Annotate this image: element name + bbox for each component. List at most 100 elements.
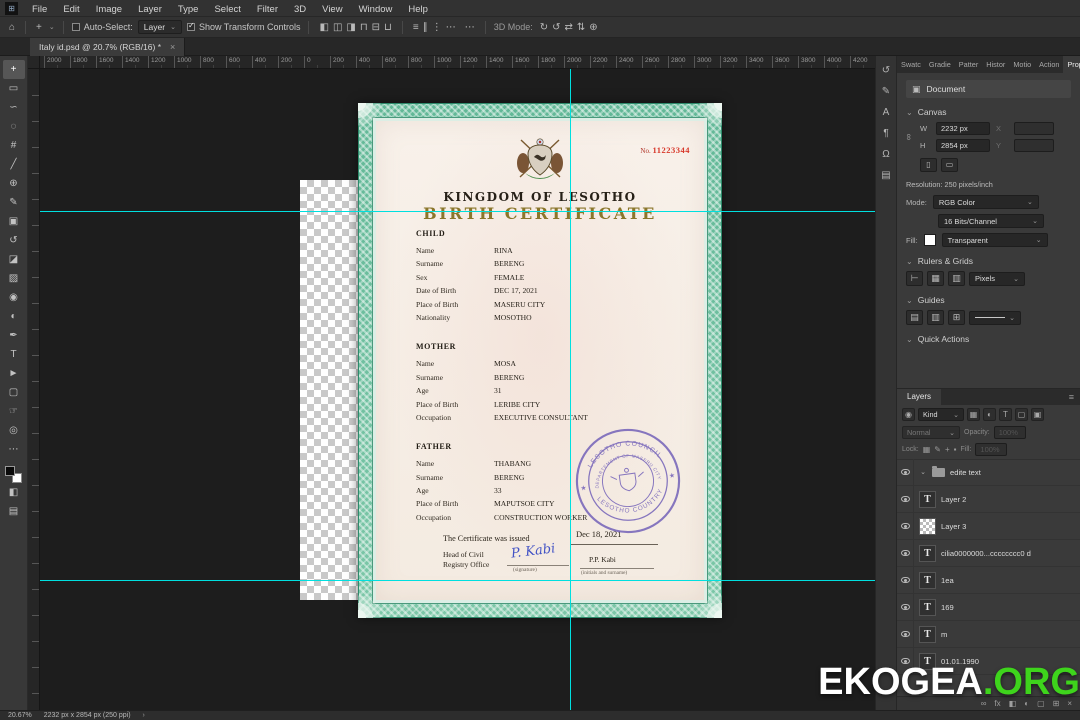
visibility-toggle[interactable] [897, 540, 914, 566]
menu-window[interactable]: Window [351, 4, 401, 15]
kind-dropdown[interactable]: Kind ⌄ [918, 408, 964, 421]
panel-tab-swatc[interactable]: Swatc [897, 56, 925, 73]
panel-tab-action[interactable]: Action [1035, 56, 1063, 73]
color-mode-dropdown[interactable]: RGB Color ⌄ [932, 195, 1039, 209]
grid-toggle-icon[interactable]: ▦ [927, 271, 944, 286]
zoom-tool[interactable]: ◎ [3, 421, 25, 440]
more-tools-icon[interactable]: ⋯ [3, 440, 25, 459]
visibility-toggle[interactable] [897, 513, 914, 539]
close-icon[interactable]: × [170, 42, 175, 52]
filter-pixel-layers-icon[interactable]: ▦ [967, 408, 980, 421]
layer-row[interactable]: T 1ea [897, 567, 1080, 594]
auto-select-target-dropdown[interactable]: Layer ⌄ [137, 20, 182, 34]
portrait-orientation-button[interactable]: ▯ [920, 158, 937, 172]
menu-select[interactable]: Select [206, 4, 248, 15]
fill-swatch[interactable] [923, 234, 936, 246]
distribute-horizontal-icon[interactable]: ∥ [421, 22, 430, 33]
paragraph-panel-icon[interactable]: ¶ [883, 128, 888, 139]
horizontal-guide[interactable] [40, 580, 875, 581]
zoom-level[interactable]: 20.67% [8, 712, 32, 719]
visibility-toggle[interactable] [897, 594, 914, 620]
vertical-ruler[interactable] [28, 69, 40, 710]
3d-pan-icon[interactable]: ⇄ [563, 22, 575, 33]
color-swatches[interactable] [5, 466, 22, 483]
auto-select-checkbox[interactable] [71, 23, 80, 31]
menu-layer[interactable]: Layer [130, 4, 170, 15]
lock-transparency-icon[interactable]: ▦ [923, 445, 931, 454]
ruler-toggle-icon[interactable]: ⊢ [906, 271, 923, 286]
lock-all-icon[interactable]: ▪ [954, 445, 957, 454]
visibility-toggle[interactable] [897, 621, 914, 647]
3d-rotate-icon[interactable]: ↻ [538, 22, 550, 33]
link-dimensions-icon[interactable]: ∞ [904, 134, 914, 140]
layer-row[interactable]: Tcilia0000000...cccccccc0 d [897, 540, 1080, 567]
glyphs-panel-icon[interactable]: Ω [882, 149, 889, 160]
canvas-area[interactable]: 2000 1800 1600 1400 1200 1000 800 600 400 200 0 200… [28, 56, 875, 710]
dodge-tool[interactable]: ◐ [3, 307, 25, 326]
layer-row[interactable]: T Layer 2 [897, 486, 1080, 513]
panel-tab-motio[interactable]: Motio [1009, 56, 1035, 73]
crop-tool[interactable]: # [3, 136, 25, 155]
more-options-icon[interactable]: ⋯ [463, 22, 477, 33]
lock-pixels-icon[interactable]: ✎ [934, 445, 941, 454]
align-bottom-icon[interactable]: ⊔ [382, 22, 394, 33]
quick-mask-icon[interactable]: ◧ [3, 483, 25, 502]
menu-3d[interactable]: 3D [286, 4, 314, 15]
move-tool[interactable]: + [2, 60, 25, 79]
layer-row[interactable]: Tm [897, 621, 1080, 648]
move-tool-icon[interactable]: + [34, 22, 44, 33]
quick-selection-tool[interactable]: ◌ [3, 117, 25, 136]
brush-tool[interactable]: ✎ [3, 193, 25, 212]
distribute-spacing-vertical-icon[interactable]: ⋮ [430, 22, 444, 33]
chevron-down-icon[interactable]: ⌄ [919, 468, 927, 476]
show-transform-checkbox[interactable] [186, 21, 195, 31]
lock-position-icon[interactable]: + [945, 445, 950, 454]
landscape-orientation-button[interactable]: ▭ [941, 158, 958, 172]
eyedropper-tool[interactable]: ╱ [3, 155, 25, 174]
foreground-color-swatch[interactable] [5, 466, 15, 476]
snap-toggle-icon[interactable]: ▥ [948, 271, 965, 286]
menu-edit[interactable]: Edit [55, 4, 87, 15]
chevron-right-icon[interactable]: › [143, 712, 145, 719]
panel-tab-properties[interactable]: Properties [1063, 56, 1080, 73]
horizontal-guide[interactable] [40, 211, 875, 212]
align-center-vertical-icon[interactable]: ⊟ [370, 22, 382, 33]
filter-type-layers-icon[interactable]: T [999, 408, 1012, 421]
fill-dropdown[interactable]: Transparent ⌄ [941, 233, 1048, 247]
app-icon[interactable]: ⊞ [5, 1, 18, 15]
show-transform-checkbox-group[interactable]: Show Transform Controls [186, 21, 300, 32]
layer-row[interactable]: T 169 [897, 594, 1080, 621]
pen-tool[interactable]: ✒ [3, 326, 25, 345]
distribute-vertical-icon[interactable]: ≡ [411, 22, 421, 33]
panel-menu-icon[interactable]: ≡ [1069, 392, 1074, 402]
filter-shape-layers-icon[interactable]: ▢ [1015, 408, 1028, 421]
eraser-tool[interactable]: ◪ [3, 250, 25, 269]
width-field[interactable]: 2232 px [936, 122, 990, 135]
guide-layout-icon[interactable]: ▥ [927, 310, 944, 325]
guides-section-header[interactable]: ⌄ Guides [906, 295, 1071, 305]
rectangle-tool[interactable]: ▢ [3, 383, 25, 402]
rectangular-marquee-tool[interactable]: ▭ [3, 79, 25, 98]
auto-select-checkbox-group[interactable]: Auto-Select: [71, 22, 133, 32]
3d-scale-icon[interactable]: ⊕ [587, 22, 599, 33]
layer-fill-field[interactable]: 100% [975, 443, 1008, 456]
blur-tool[interactable]: ◉ [3, 288, 25, 307]
height-field[interactable]: 2854 px [936, 139, 990, 152]
visibility-toggle[interactable] [897, 567, 914, 593]
clone-stamp-tool[interactable]: ▣ [3, 212, 25, 231]
properties-document-row[interactable]: ▣ Document [906, 80, 1071, 98]
ruler-corner[interactable] [28, 56, 40, 69]
healing-brush-tool[interactable]: ⊕ [3, 174, 25, 193]
align-center-horizontal-icon[interactable]: ◫ [331, 22, 344, 33]
history-panel-icon[interactable]: ↺ [882, 65, 890, 76]
menu-file[interactable]: File [24, 4, 55, 15]
panel-tab-histor[interactable]: Histor [982, 56, 1009, 73]
layer-row[interactable]: Layer 3 [897, 513, 1080, 540]
opacity-field[interactable]: 100% [993, 426, 1026, 439]
birth-certificate-document[interactable]: No. 11223344 KINGDOM OF LESOTHO BIRTH CE… [358, 103, 722, 618]
units-dropdown[interactable]: Pixels ⌄ [969, 271, 1025, 286]
document-tab[interactable]: Italy id.psd @ 20.7% (RGB/16) * × [30, 38, 186, 56]
menu-type[interactable]: Type [170, 4, 207, 15]
quick-actions-section-header[interactable]: ⌄ Quick Actions [906, 334, 1071, 344]
menu-help[interactable]: Help [400, 4, 436, 15]
